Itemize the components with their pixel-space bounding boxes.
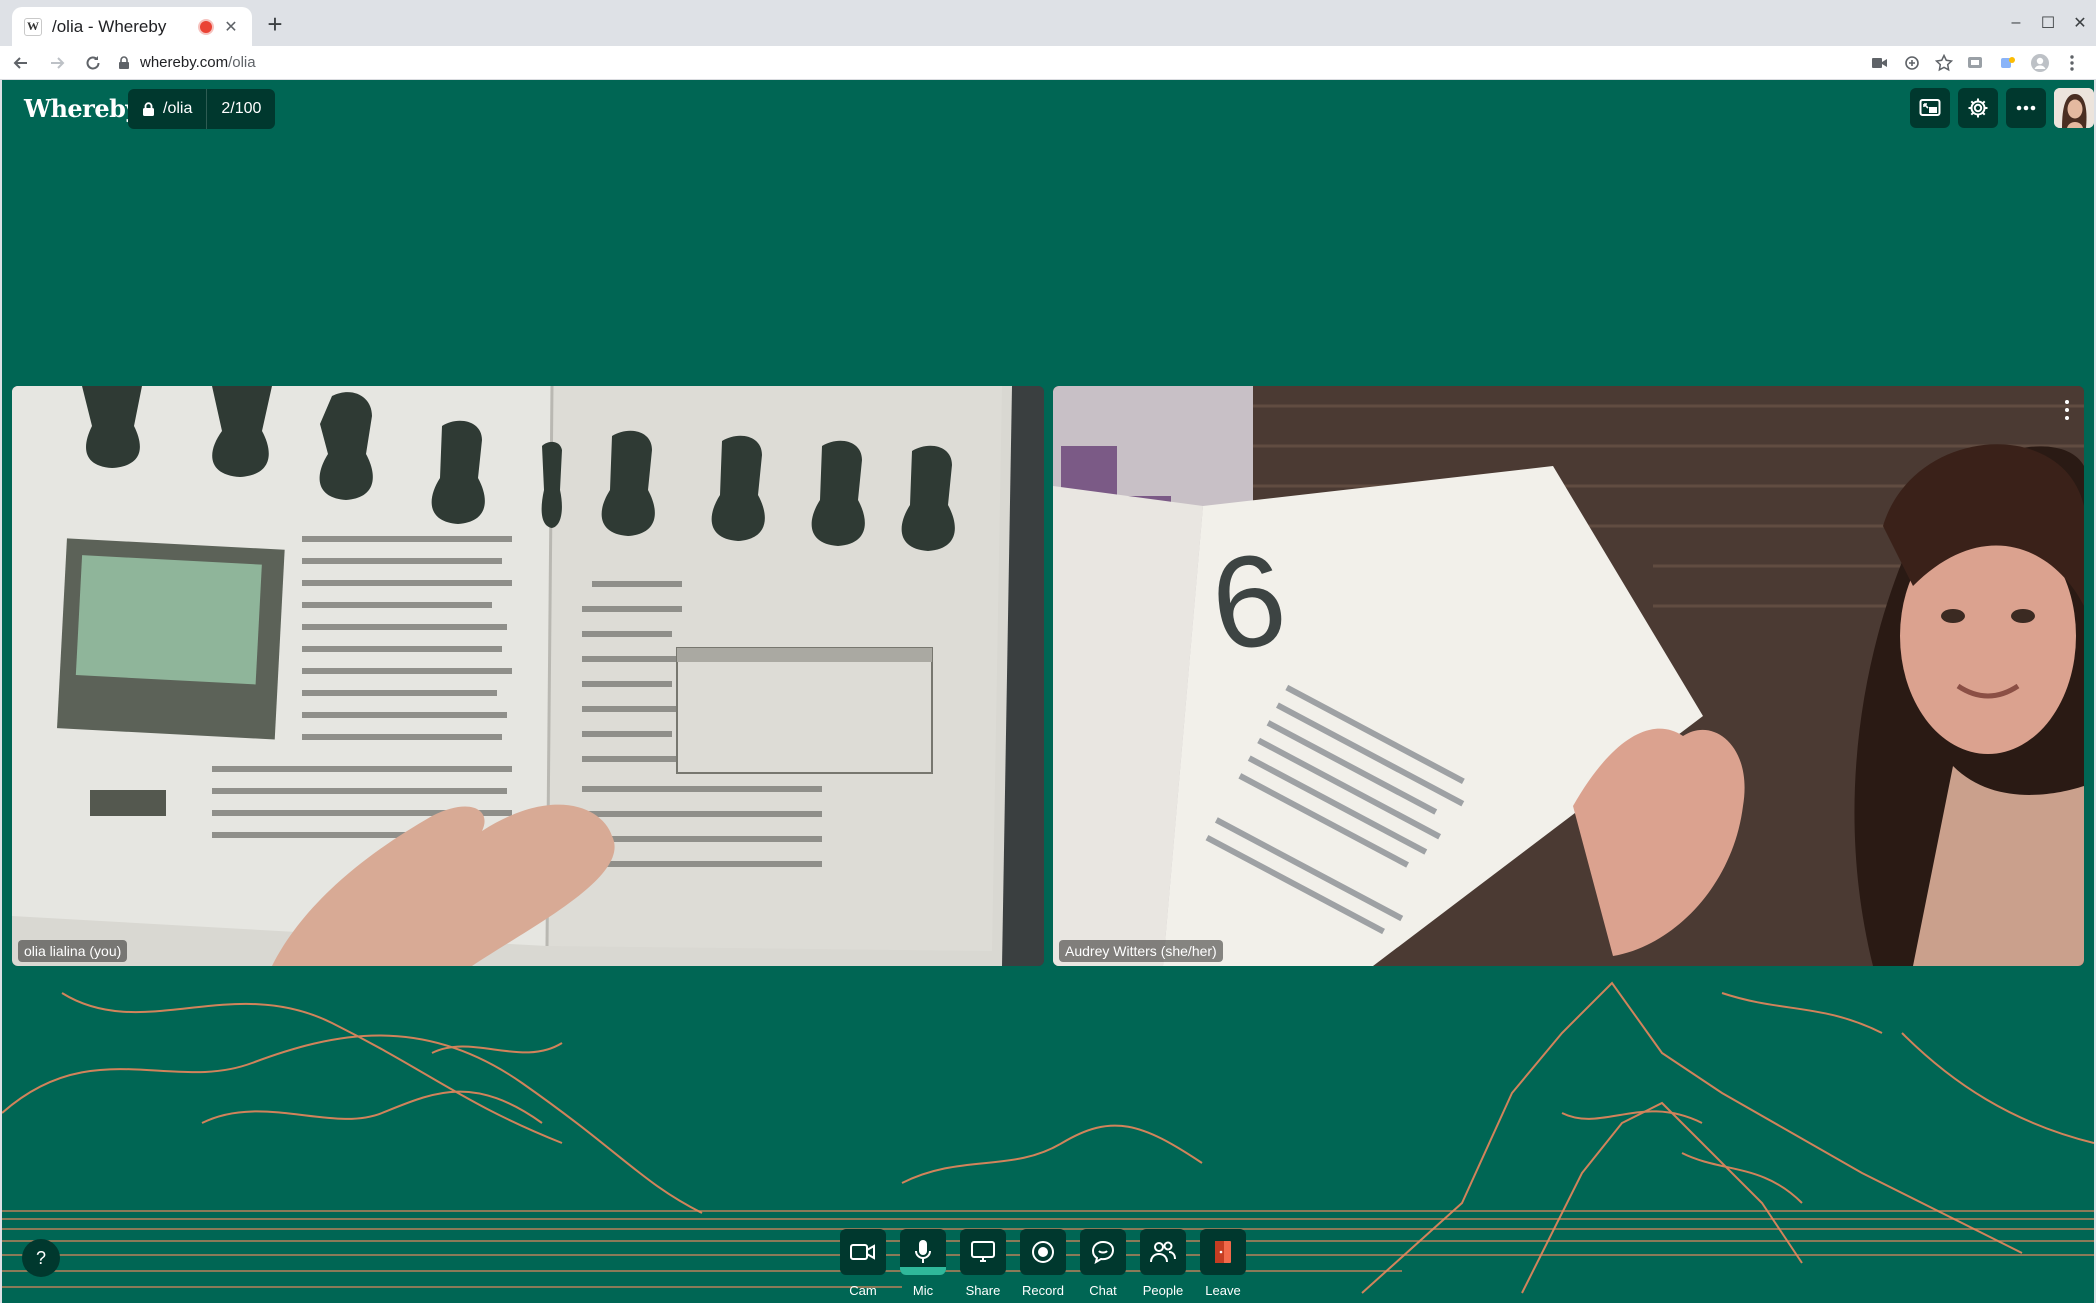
room-info-pill[interactable]: /olia 2/100 — [128, 89, 276, 129]
picture-in-picture-button[interactable] — [1910, 88, 1950, 128]
participant-count-segment[interactable]: 2/100 — [207, 89, 275, 129]
browser-tab-bar: W /olia - Whereby ✕ + – ☐ ✕ — [0, 0, 2096, 46]
people-label: People — [1142, 1283, 1184, 1298]
book-pages-photo — [12, 386, 1044, 966]
window-controls: – ☐ ✕ — [2000, 0, 2096, 46]
microphone-icon — [915, 1240, 931, 1263]
close-window-button[interactable]: ✕ — [2064, 0, 2096, 46]
mic-label: Mic — [912, 1283, 934, 1298]
chat-label: Chat — [1089, 1283, 1117, 1298]
leave-icon-box — [1200, 1229, 1246, 1275]
camera-in-use-icon[interactable] — [1870, 53, 1890, 73]
participant-camera-photo: 6 — [1053, 386, 2084, 966]
whereby-room: Whereby /olia 2/100 olia lialina (you) 6… — [2, 80, 2094, 1303]
cam-label: Cam — [849, 1283, 877, 1298]
whereby-logo[interactable]: Whereby — [24, 94, 139, 123]
self-video-tile[interactable]: olia lialina (you) — [12, 386, 1044, 966]
people-icon — [1150, 1241, 1176, 1263]
avatar-photo-icon — [2054, 88, 2094, 128]
screen-share-icon — [971, 1241, 995, 1262]
browser-toolbar: whereby.com/olia — [0, 46, 2096, 80]
url-text: whereby.com/olia — [140, 54, 256, 71]
share-label: Share — [965, 1283, 1001, 1298]
user-avatar[interactable] — [2054, 88, 2094, 128]
cam-icon-box — [840, 1229, 886, 1275]
zoom-icon[interactable] — [1902, 53, 1922, 73]
tab-close-icon[interactable]: ✕ — [222, 17, 240, 37]
camera-icon — [850, 1244, 875, 1260]
chat-icon-box — [1080, 1229, 1126, 1275]
url-path: /olia — [228, 54, 256, 71]
mic-icon-box — [900, 1229, 946, 1275]
new-tab-button[interactable]: + — [262, 11, 288, 37]
people-button[interactable]: People — [1138, 1229, 1188, 1298]
leave-label: Leave — [1205, 1283, 1241, 1298]
tab-title: /olia - Whereby — [52, 16, 167, 36]
cam-button[interactable]: Cam — [838, 1229, 888, 1298]
record-button[interactable]: Record — [1018, 1229, 1068, 1298]
settings-button[interactable] — [1958, 88, 1998, 128]
minimize-button[interactable]: – — [2000, 0, 2032, 46]
room-name: /olia — [163, 100, 193, 117]
recording-indicator-icon — [200, 20, 212, 33]
participant-count: 2/100 — [221, 100, 262, 117]
leave-icon — [1215, 1241, 1231, 1263]
record-icon — [1032, 1241, 1054, 1263]
reload-icon — [86, 55, 100, 69]
help-button[interactable]: ? — [22, 1239, 60, 1277]
back-button[interactable] — [6, 48, 36, 78]
participant-name-tag: Audrey Witters (she/her) — [1059, 940, 1223, 962]
participant-video-tile[interactable]: 6 Audrey Witters (she/her) — [1053, 386, 2084, 966]
more-options-button[interactable] — [2006, 88, 2046, 128]
video-menu-button[interactable] — [2060, 398, 2074, 422]
forward-button[interactable] — [42, 48, 72, 78]
gear-icon — [1968, 98, 1988, 118]
room-name-segment[interactable]: /olia — [128, 89, 206, 129]
bookmark-star-icon[interactable] — [1934, 53, 1954, 73]
maximize-button[interactable]: ☐ — [2032, 0, 2064, 46]
back-arrow-icon — [13, 56, 27, 69]
address-bar[interactable]: whereby.com/olia — [118, 48, 256, 78]
reload-button[interactable] — [78, 48, 108, 78]
more-horizontal-icon — [2016, 105, 2036, 111]
lock-icon — [119, 55, 129, 69]
record-label: Record — [1022, 1283, 1064, 1298]
mic-button[interactable]: Mic — [898, 1229, 948, 1298]
share-button[interactable]: Share — [958, 1229, 1008, 1298]
browser-menu-icon[interactable] — [2062, 53, 2082, 73]
url-host: whereby.com — [140, 54, 229, 71]
forward-arrow-icon — [51, 56, 65, 69]
chat-icon — [1091, 1240, 1115, 1264]
extension-puzzle-icon[interactable] — [1998, 53, 2018, 73]
profile-icon[interactable] — [2030, 53, 2050, 73]
call-controls: Cam Mic Share Record Chat People Leave — [838, 1229, 1248, 1298]
whereby-favicon-icon: W — [24, 17, 42, 36]
room-lock-icon — [143, 101, 154, 116]
extension-icon[interactable] — [1966, 53, 1986, 73]
people-icon-box — [1140, 1229, 1186, 1275]
room-top-actions — [1910, 88, 2094, 128]
toolbar-actions — [1870, 46, 2082, 80]
record-icon-box — [1020, 1229, 1066, 1275]
self-name-tag: olia lialina (you) — [18, 940, 128, 962]
leave-button[interactable]: Leave — [1198, 1229, 1248, 1298]
browser-tab[interactable]: W /olia - Whereby ✕ — [12, 7, 252, 46]
chat-button[interactable]: Chat — [1078, 1229, 1128, 1298]
share-icon-box — [960, 1229, 1006, 1275]
picture-in-picture-icon — [1919, 99, 1941, 116]
